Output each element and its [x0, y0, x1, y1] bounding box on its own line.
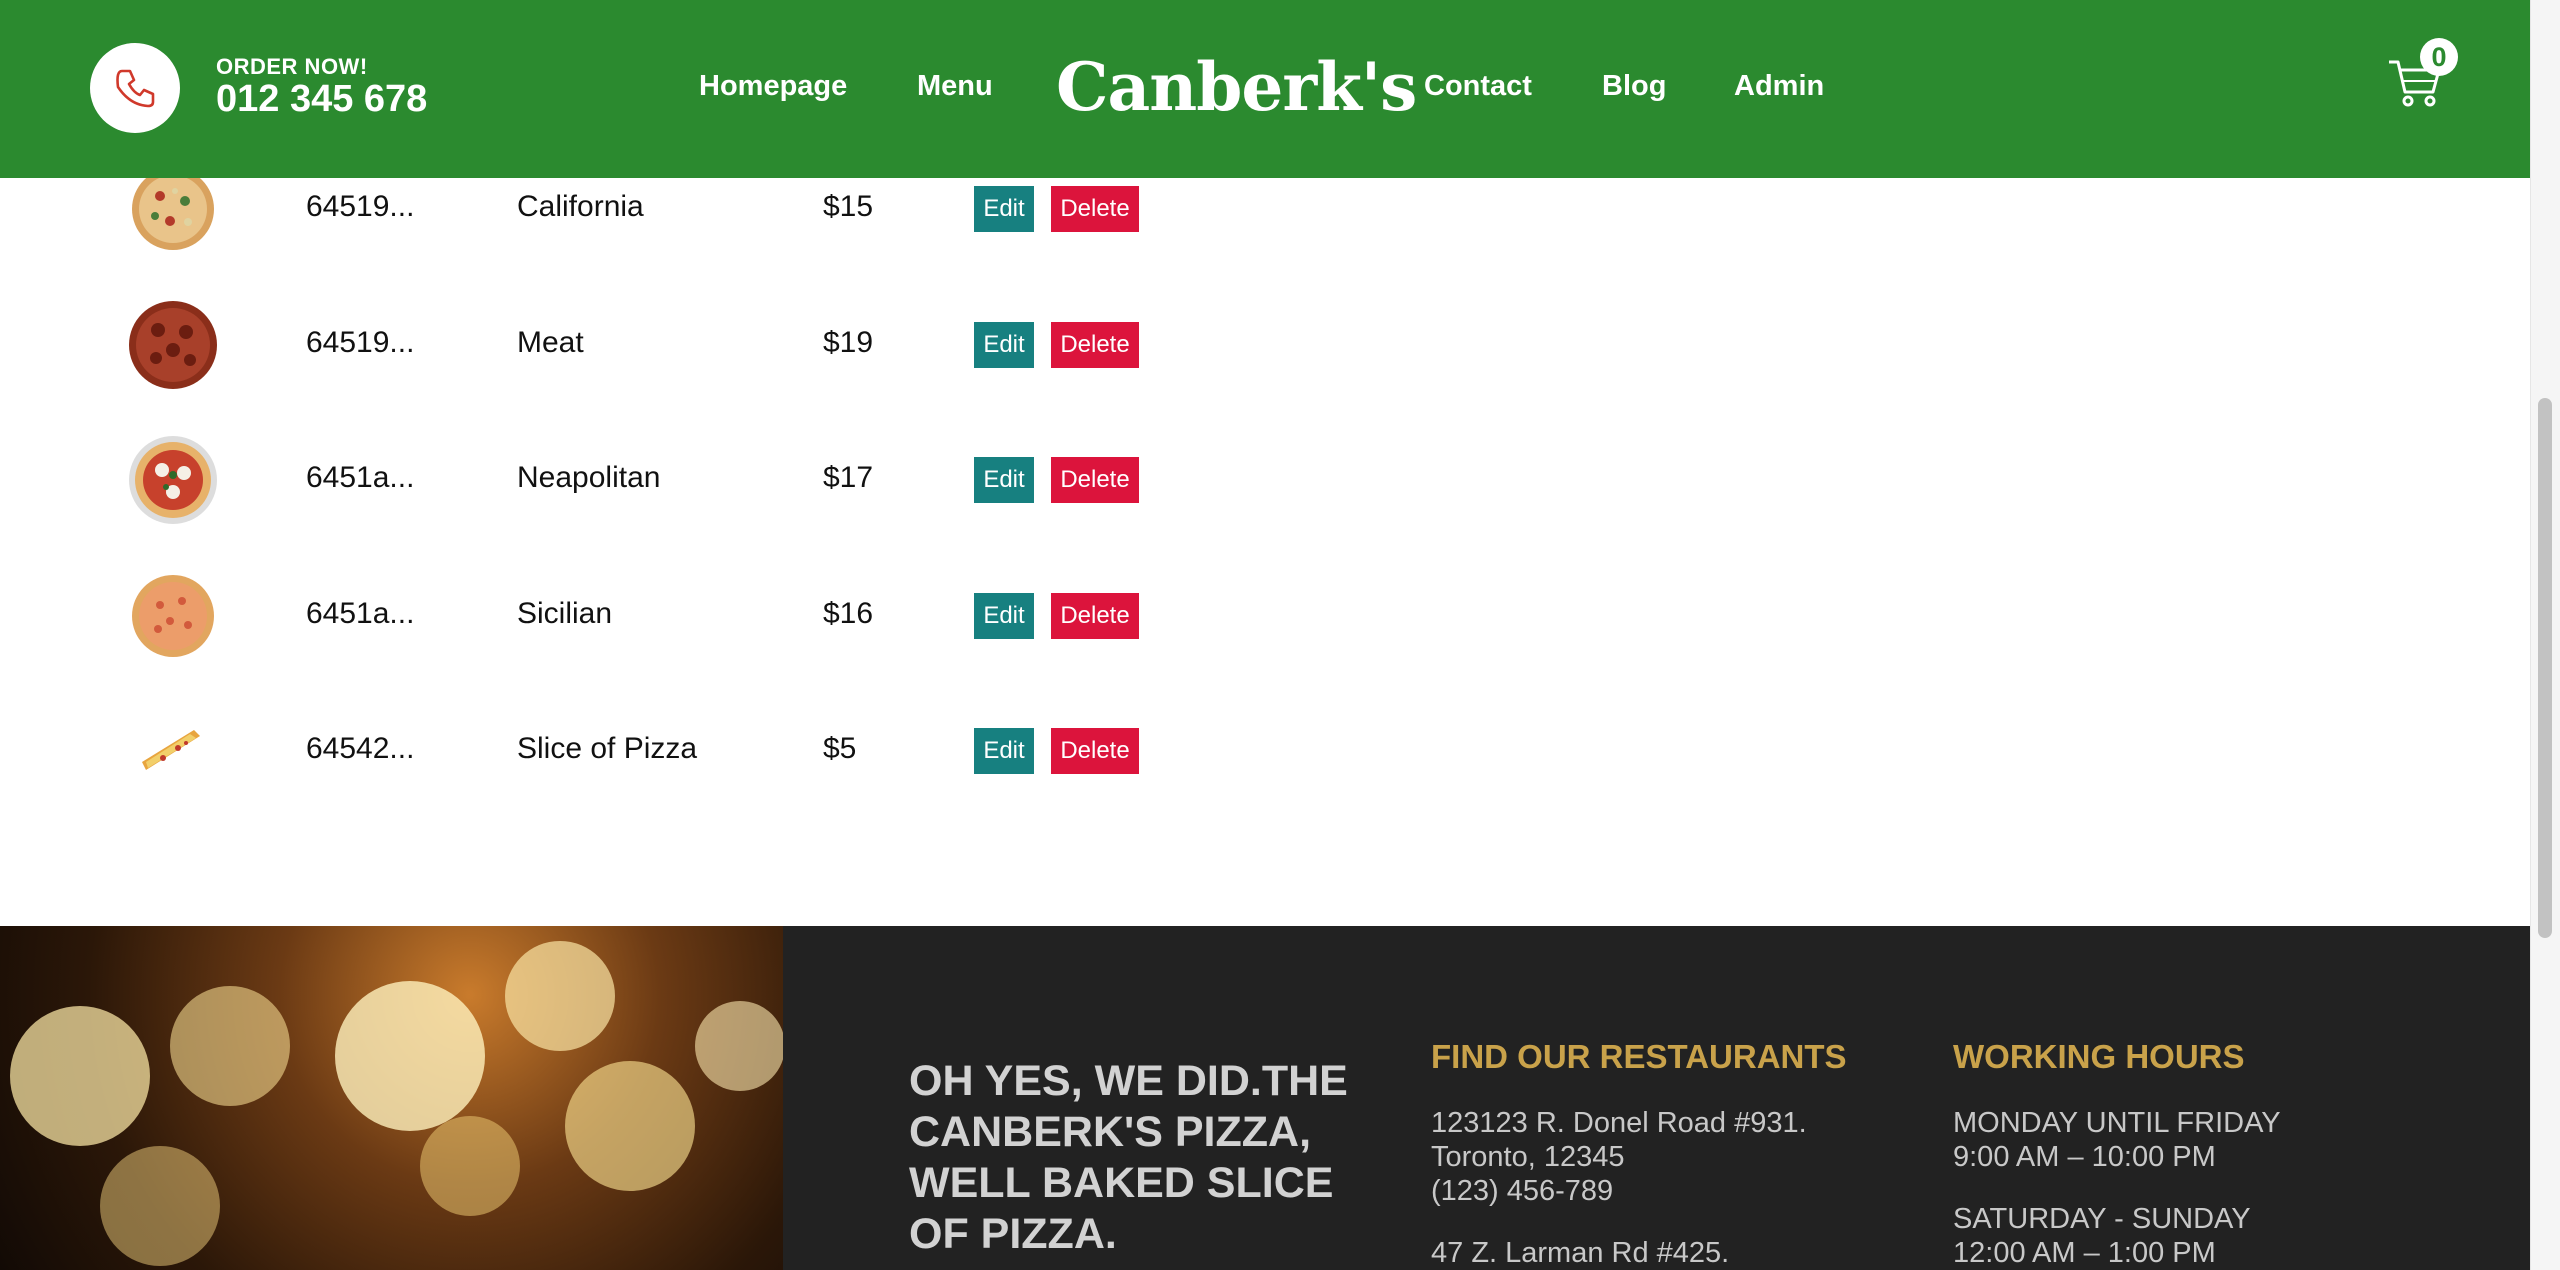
table-row: 6451a... Neapolitan $17 Edit Delete	[0, 415, 2530, 545]
phone-icon	[116, 69, 155, 108]
top-navbar: ORDER NOW! 012 345 678 Homepage Menu Can…	[0, 0, 2530, 178]
restaurant-phone: (123) 456-789	[1431, 1175, 1614, 1207]
product-id: 6451a...	[306, 597, 415, 630]
product-id: 6451a...	[306, 461, 415, 494]
table-row: 64542... Slice of Pizza $5 Edit Delete	[0, 686, 2530, 816]
restaurants-heading: FIND OUR RESTAURANTS	[1431, 1038, 1847, 1075]
product-price: $15	[823, 190, 874, 223]
order-now-label: ORDER NOW!	[216, 54, 368, 79]
edit-button[interactable]: Edit	[974, 186, 1034, 232]
product-name: California	[517, 190, 644, 223]
address-line: Toronto, 12345	[1431, 1141, 1625, 1173]
product-price: $16	[823, 597, 874, 630]
address-line: 123123 R. Donel Road #931.	[1431, 1107, 1807, 1139]
weekend-label: SATURDAY - SUNDAY	[1953, 1203, 2251, 1235]
phone-button[interactable]	[90, 43, 180, 133]
delete-button[interactable]: Delete	[1051, 728, 1139, 774]
cart-count-badge: 0	[2420, 38, 2458, 76]
working-hours-heading: WORKING HOURS	[1953, 1038, 2245, 1075]
weekday-hours: 9:00 AM – 10:00 PM	[1953, 1141, 2216, 1173]
product-id: 64519...	[306, 326, 415, 359]
edit-button[interactable]: Edit	[974, 457, 1034, 503]
delete-button[interactable]: Delete	[1051, 186, 1139, 232]
product-name: Neapolitan	[517, 461, 661, 494]
product-price: $17	[823, 461, 874, 494]
weekday-label: MONDAY UNTIL FRIDAY	[1953, 1107, 2281, 1139]
order-phone-number[interactable]: 012 345 678	[216, 78, 427, 121]
pizza-image	[128, 571, 218, 661]
product-id: 64519...	[306, 190, 415, 223]
nav-homepage[interactable]: Homepage	[699, 70, 847, 103]
product-name: Meat	[517, 326, 584, 359]
product-name: Slice of Pizza	[517, 732, 698, 765]
product-name: Sicilian	[517, 597, 613, 630]
pizza-image	[128, 435, 218, 525]
nav-contact[interactable]: Contact	[1424, 70, 1532, 103]
nav-blog[interactable]: Blog	[1602, 70, 1666, 103]
delete-button[interactable]: Delete	[1051, 593, 1139, 639]
pizza-image	[128, 300, 218, 390]
pizza-image	[128, 706, 218, 796]
delete-button[interactable]: Delete	[1051, 457, 1139, 503]
footer-bokeh-image	[0, 926, 783, 1270]
weekend-hours: 12:00 AM – 1:00 PM	[1953, 1237, 2216, 1269]
footer: OH YES, WE DID.THE CANBERK'S PIZZA, WELL…	[0, 926, 2530, 1270]
edit-button[interactable]: Edit	[974, 593, 1034, 639]
address-line: 47 Z. Larman Rd #425.	[1431, 1237, 1730, 1269]
edit-button[interactable]: Edit	[974, 322, 1034, 368]
scrollbar-thumb[interactable]	[2538, 398, 2552, 938]
delete-button[interactable]: Delete	[1051, 322, 1139, 368]
brand-logo[interactable]: Canberk's	[1056, 48, 1417, 126]
nav-menu[interactable]: Menu	[917, 70, 993, 103]
edit-button[interactable]: Edit	[974, 728, 1034, 774]
product-id: 64542...	[306, 732, 415, 765]
product-price: $5	[823, 732, 857, 765]
product-price: $19	[823, 326, 874, 359]
table-row: 64519... Meat $19 Edit Delete	[0, 280, 2530, 410]
nav-admin[interactable]: Admin	[1734, 70, 1824, 103]
table-row: 6451a... Sicilian $16 Edit Delete	[0, 551, 2530, 681]
footer-slogan: OH YES, WE DID.THE CANBERK'S PIZZA, WELL…	[909, 1057, 1348, 1258]
